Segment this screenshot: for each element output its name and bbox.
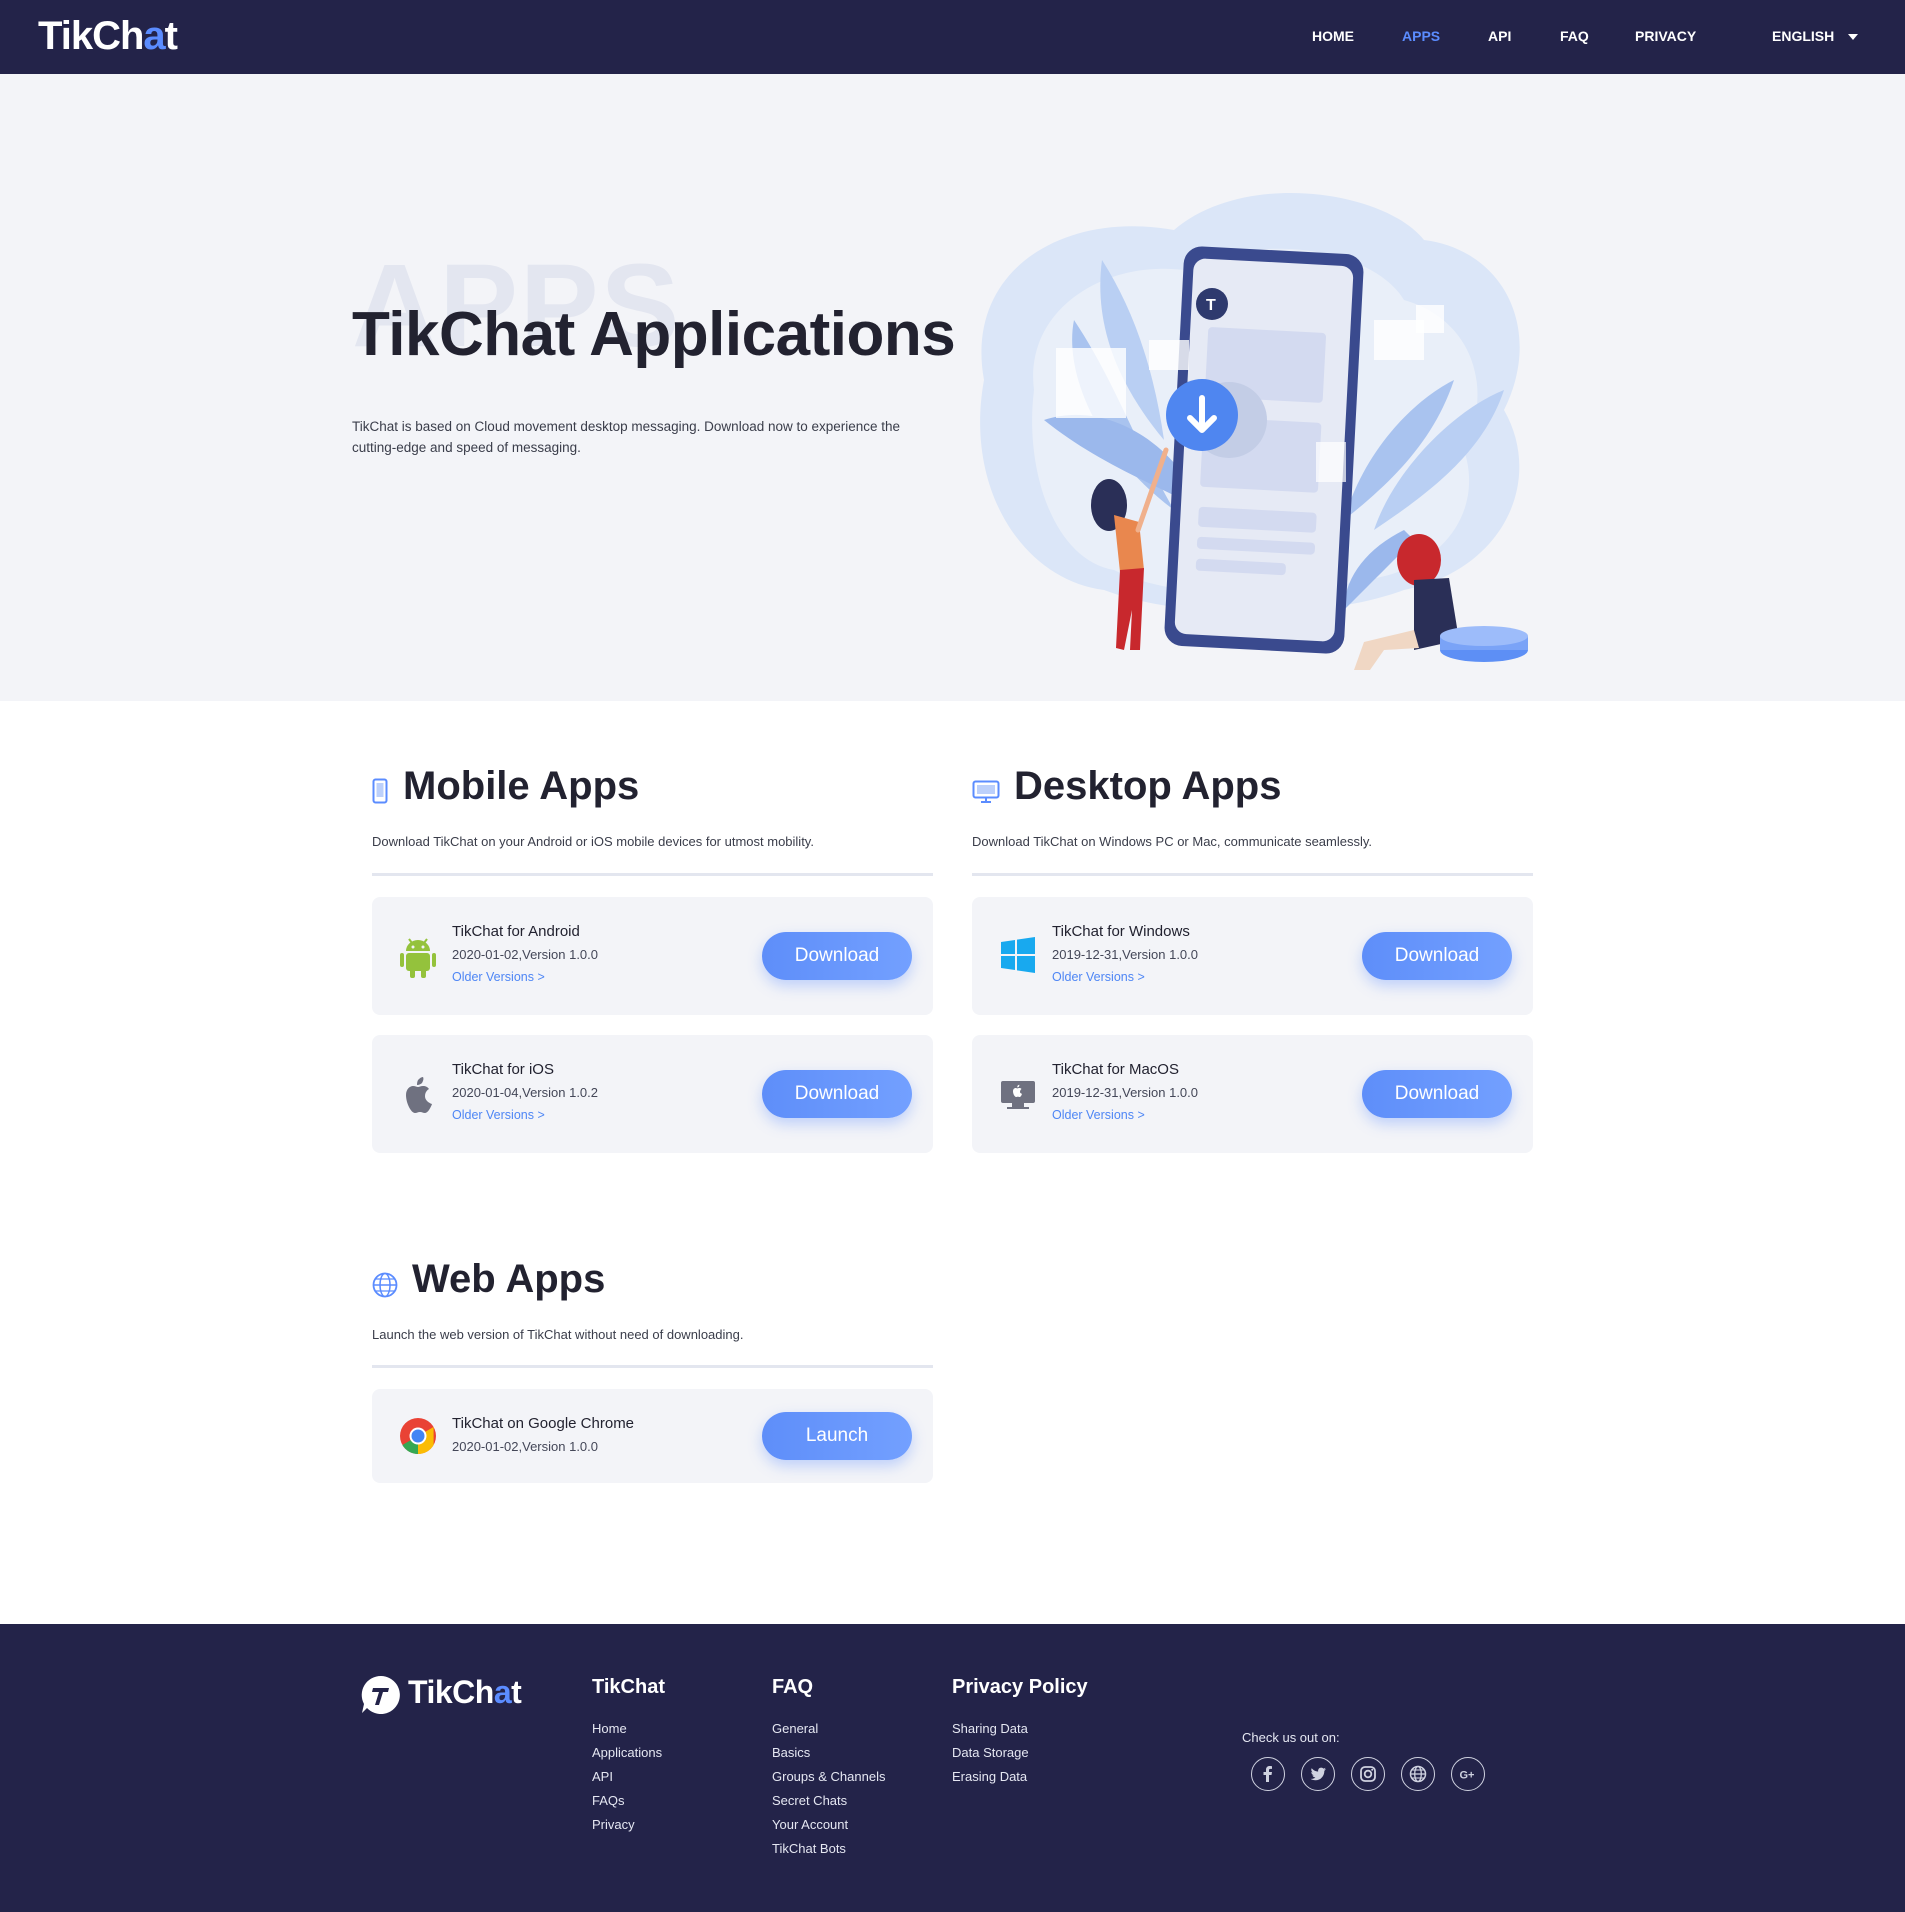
hero-illustration: T	[980, 192, 1528, 670]
older-versions-link[interactable]: Older Versions >	[1052, 970, 1145, 984]
footer-link-tikchat-bots[interactable]: TikChat Bots	[772, 1837, 885, 1861]
google-plus-icon[interactable]: G+	[1451, 1757, 1485, 1791]
footer-link-faqs[interactable]: FAQs	[592, 1789, 665, 1813]
footer-link-general[interactable]: General	[772, 1717, 885, 1741]
footer-column-privacy: Privacy Policy Sharing Data Data Storage…	[952, 1676, 1088, 1789]
desktop-apps-description: Download TikChat on Windows PC or Mac, c…	[972, 834, 1373, 849]
language-label: ENGLISH	[1772, 28, 1835, 44]
nav-link-home[interactable]: HOME	[1312, 28, 1354, 44]
footer-link-privacy[interactable]: Privacy	[592, 1813, 665, 1837]
older-versions-link[interactable]: Older Versions >	[1052, 1108, 1145, 1122]
footer-logo-text: TikChat	[408, 1674, 522, 1711]
footer: TikChat TikChat Home Applications API FA…	[0, 1624, 1905, 1912]
monitor-icon	[972, 780, 1000, 809]
desktop-apps-title: Desktop Apps	[1014, 764, 1282, 808]
app-card-windows: TikChat for Windows 2019-12-31,Version 1…	[972, 897, 1533, 1015]
footer-link-api[interactable]: API	[592, 1765, 665, 1789]
twitter-icon[interactable]	[1301, 1757, 1335, 1791]
nav-link-faq[interactable]: FAQ	[1560, 28, 1589, 44]
footer-logo-main: TikCh	[408, 1674, 494, 1710]
mac-icon	[998, 1073, 1038, 1113]
svg-text:G+: G+	[1460, 1770, 1475, 1782]
app-name: TikChat on Google Chrome	[452, 1415, 635, 1432]
desktop-apps-divider	[972, 873, 1533, 876]
download-windows-button[interactable]: Download	[1362, 932, 1512, 980]
caret-down-icon	[1848, 34, 1859, 41]
facebook-icon[interactable]	[1251, 1757, 1285, 1791]
chrome-icon	[398, 1416, 438, 1456]
brand-main: TikCh	[38, 14, 144, 58]
footer-column-title: FAQ	[772, 1676, 814, 1698]
mobile-phone-icon	[372, 778, 388, 809]
app-card-ios: TikChat for iOS 2020-01-04,Version 1.0.2…	[372, 1035, 933, 1153]
brand-accent: a	[143, 14, 165, 58]
app-name: TikChat for Windows	[1052, 923, 1190, 940]
app-card-android: TikChat for Android 2020-01-02,Version 1…	[372, 897, 933, 1015]
footer-link-home[interactable]: Home	[592, 1717, 665, 1741]
footer-link-erasing-data[interactable]: Erasing Data	[952, 1765, 1088, 1789]
footer-logo-accent: a	[493, 1674, 512, 1710]
older-versions-link[interactable]: Older Versions >	[452, 1108, 545, 1122]
footer-link-data-storage[interactable]: Data Storage	[952, 1741, 1088, 1765]
windows-icon	[998, 935, 1038, 975]
app-version-date: 2019-12-31,Version 1.0.0	[1052, 947, 1198, 962]
download-macos-button[interactable]: Download	[1362, 1070, 1512, 1118]
globe-icon	[372, 1272, 398, 1303]
mobile-apps-description: Download TikChat on your Android or iOS …	[372, 834, 814, 849]
nav-link-api[interactable]: API	[1488, 28, 1511, 44]
app-card-macos: TikChat for MacOS 2019-12-31,Version 1.0…	[972, 1035, 1533, 1153]
nav-link-privacy[interactable]: PRIVACY	[1635, 28, 1696, 44]
globe-icon[interactable]	[1401, 1757, 1435, 1791]
hero-section: APPS TikChat Applications TikChat is bas…	[0, 74, 1905, 701]
footer-link-secret-chats[interactable]: Secret Chats	[772, 1789, 885, 1813]
android-icon	[398, 935, 438, 978]
app-name: TikChat for MacOS	[1052, 1061, 1179, 1078]
hero-description: TikChat is based on Cloud movement deskt…	[352, 419, 901, 455]
download-ios-button[interactable]: Download	[762, 1070, 912, 1118]
app-card-chrome: TikChat on Google Chrome 2020-01-02,Vers…	[372, 1389, 933, 1483]
app-version-date: 2020-01-02,Version 1.0.0	[452, 1439, 598, 1454]
footer-link-sharing-data[interactable]: Sharing Data	[952, 1717, 1088, 1741]
download-android-button[interactable]: Download	[762, 932, 912, 980]
footer-column-title: Privacy Policy	[952, 1676, 1088, 1698]
footer-column-title: TikChat	[592, 1676, 665, 1698]
app-version-date: 2020-01-04,Version 1.0.2	[452, 1085, 598, 1100]
app-name: TikChat for iOS	[452, 1061, 554, 1078]
web-apps-title: Web Apps	[412, 1257, 606, 1301]
brand-tail: t	[164, 14, 178, 58]
launch-web-button[interactable]: Launch	[762, 1412, 912, 1460]
nav-link-apps[interactable]: APPS	[1402, 28, 1440, 44]
footer-link-basics[interactable]: Basics	[772, 1741, 885, 1765]
footer-link-applications[interactable]: Applications	[592, 1741, 665, 1765]
top-navbar: TikChat HOME APPS API FAQ PRIVACY ENGLIS…	[0, 0, 1905, 74]
footer-link-your-account[interactable]: Your Account	[772, 1813, 885, 1837]
apple-icon	[398, 1073, 438, 1113]
mobile-apps-title: Mobile Apps	[403, 764, 640, 808]
hero-title: TikChat Applications	[352, 300, 956, 369]
footer-link-groups-channels[interactable]: Groups & Channels	[772, 1765, 885, 1789]
language-selector[interactable]: ENGLISH	[1772, 28, 1859, 44]
older-versions-link[interactable]: Older Versions >	[452, 970, 545, 984]
app-name: TikChat for Android	[452, 923, 580, 940]
web-apps-divider	[372, 1365, 933, 1368]
brand-logo[interactable]: TikChat	[38, 14, 178, 59]
footer-column-tikchat: TikChat Home Applications API FAQs Priva…	[592, 1676, 665, 1837]
social-label: Check us out on:	[1242, 1730, 1340, 1745]
app-version-date: 2019-12-31,Version 1.0.0	[1052, 1085, 1198, 1100]
mobile-apps-divider	[372, 873, 933, 876]
app-version-date: 2020-01-02,Version 1.0.0	[452, 947, 598, 962]
footer-column-faq: FAQ General Basics Groups & Channels Sec…	[772, 1676, 885, 1861]
web-apps-description: Launch the web version of TikChat withou…	[372, 1327, 744, 1342]
footer-logo-tail: t	[511, 1674, 522, 1710]
instagram-icon[interactable]	[1351, 1757, 1385, 1791]
tikchat-logo-icon	[361, 1675, 400, 1714]
svg-text:T: T	[1206, 297, 1216, 314]
